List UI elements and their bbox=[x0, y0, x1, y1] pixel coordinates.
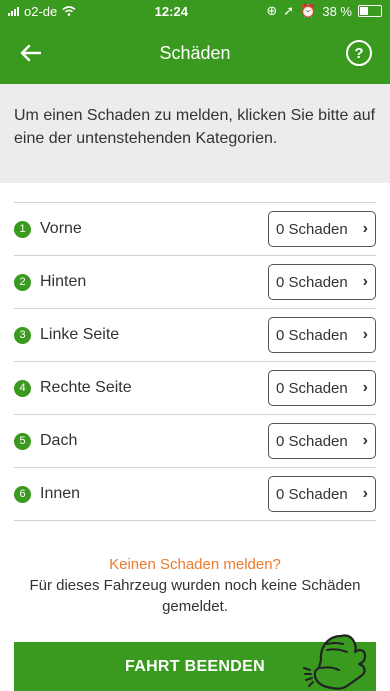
category-row-linke-seite[interactable]: 3 Linke Seite 0 Schaden › bbox=[14, 309, 376, 362]
damage-count: 0 Schaden bbox=[276, 326, 348, 344]
damage-count: 0 Schaden bbox=[276, 273, 348, 291]
help-icon: ? bbox=[354, 44, 364, 62]
damage-count: 0 Schaden bbox=[276, 485, 348, 503]
chevron-right-icon: › bbox=[362, 485, 368, 502]
battery-icon bbox=[357, 5, 382, 17]
category-label: Rechte Seite bbox=[40, 379, 132, 396]
nav-bar: Schäden ? bbox=[0, 22, 390, 84]
category-row-rechte-seite[interactable]: 4 Rechte Seite 0 Schaden › bbox=[14, 362, 376, 415]
damage-count-button[interactable]: 0 Schaden › bbox=[268, 264, 376, 300]
category-label: Linke Seite bbox=[40, 326, 120, 343]
category-list: 1 Vorne 0 Schaden › 2 Hinten 0 Schaden › 3 Li… bbox=[0, 202, 390, 521]
back-arrow-icon bbox=[20, 44, 41, 62]
damage-count-button[interactable]: 0 Schaden › bbox=[268, 317, 376, 353]
damage-count-button[interactable]: 0 Schaden › bbox=[268, 211, 376, 247]
category-number: 4 bbox=[14, 379, 31, 397]
category-label: Hinten bbox=[40, 273, 87, 290]
lock-rotation-icon: ⊕ bbox=[266, 3, 278, 18]
clock: 12:24 bbox=[154, 3, 188, 19]
no-damage-note: Für dieses Fahrzeug wurden noch keine Sc… bbox=[29, 577, 361, 615]
category-number: 6 bbox=[14, 485, 31, 503]
category-number: 5 bbox=[14, 432, 31, 450]
back-button[interactable] bbox=[12, 36, 48, 70]
battery-percent: 38 % bbox=[322, 3, 352, 19]
chevron-right-icon: › bbox=[362, 273, 368, 290]
category-row-dach[interactable]: 5 Dach 0 Schaden › bbox=[14, 415, 376, 468]
category-label: Vorne bbox=[40, 220, 82, 237]
category-number: 1 bbox=[14, 220, 31, 238]
category-number: 2 bbox=[14, 273, 31, 291]
location-icon: ➚ bbox=[283, 3, 295, 18]
category-label: Innen bbox=[40, 485, 81, 502]
status-bar: o2-de 12:24 ⊕ ➚ ⏰ 38 % bbox=[0, 0, 390, 22]
damage-count-button[interactable]: 0 Schaden › bbox=[268, 423, 376, 459]
intro-text: Um einen Schaden zu melden, klicken Sie … bbox=[0, 84, 390, 183]
category-number: 3 bbox=[14, 326, 31, 344]
signal-icon bbox=[8, 6, 19, 16]
chevron-right-icon: › bbox=[362, 220, 368, 237]
carrier-label: o2-de bbox=[24, 3, 58, 19]
damage-count: 0 Schaden bbox=[276, 379, 348, 397]
category-row-hinten[interactable]: 2 Hinten 0 Schaden › bbox=[14, 256, 376, 309]
no-damage-link[interactable]: Keinen Schaden melden? bbox=[0, 554, 390, 575]
pointing-hand-icon bbox=[303, 634, 367, 690]
chevron-right-icon: › bbox=[362, 432, 368, 449]
chevron-right-icon: › bbox=[362, 326, 368, 343]
help-button[interactable]: ? bbox=[346, 40, 372, 66]
damage-count-button[interactable]: 0 Schaden › bbox=[268, 476, 376, 512]
category-row-vorne[interactable]: 1 Vorne 0 Schaden › bbox=[14, 202, 376, 256]
damage-count: 0 Schaden bbox=[276, 432, 348, 450]
top-bar: o2-de 12:24 ⊕ ➚ ⏰ 38 % Schäden ? bbox=[0, 0, 390, 84]
page-title: Schäden bbox=[159, 42, 231, 63]
category-row-innen[interactable]: 6 Innen 0 Schaden › bbox=[14, 468, 376, 521]
footer: Keinen Schaden melden? Für dieses Fahrze… bbox=[0, 554, 390, 617]
wifi-icon bbox=[62, 6, 76, 16]
damage-count: 0 Schaden bbox=[276, 220, 348, 238]
damage-count-button[interactable]: 0 Schaden › bbox=[268, 370, 376, 406]
alarm-icon: ⏰ bbox=[300, 3, 317, 18]
category-label: Dach bbox=[40, 432, 78, 449]
chevron-right-icon: › bbox=[362, 379, 368, 396]
